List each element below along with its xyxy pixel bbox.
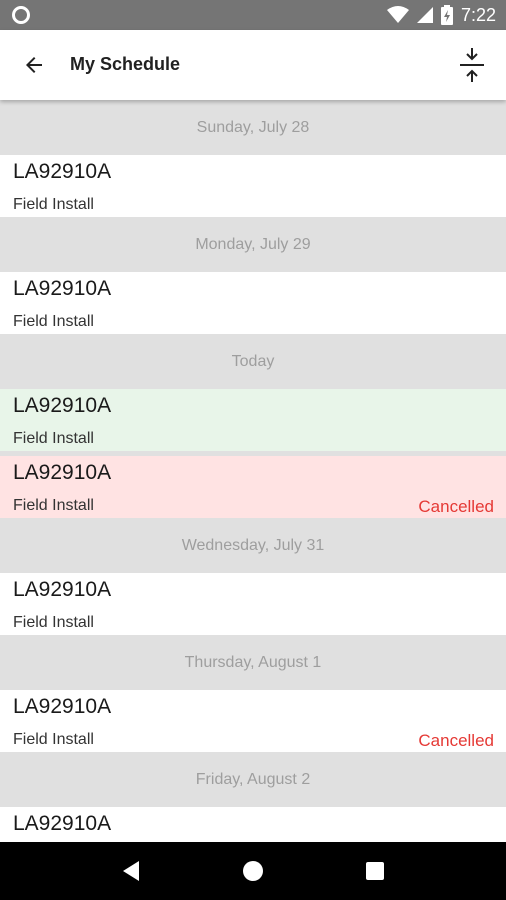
job-code: LA92910A: [13, 812, 112, 835]
navigation-bar: [0, 842, 506, 900]
schedule-item-today[interactable]: LA92910A Field Install: [0, 389, 506, 451]
collapse-vertical-icon: [460, 48, 484, 82]
circle-home-icon: [243, 861, 263, 881]
wifi-icon: [386, 6, 409, 23]
schedule-item[interactable]: LA92910A Field Install: [0, 272, 506, 334]
date-header-today: Today: [0, 334, 506, 389]
job-code: LA92910A: [13, 695, 112, 718]
job-code: LA92910A: [13, 461, 112, 484]
schedule-item[interactable]: LA92910A: [0, 807, 506, 842]
arrow-left-icon: [26, 57, 42, 73]
job-code: LA92910A: [13, 160, 112, 183]
schedule-item[interactable]: LA92910A Field Install: [0, 573, 506, 635]
job-code: LA92910A: [13, 394, 112, 417]
app-bar: My Schedule: [0, 30, 506, 100]
schedule-item[interactable]: LA92910A Field Install: [0, 155, 506, 217]
status-bar: 7:22: [0, 0, 506, 30]
job-type: Field Install: [13, 497, 94, 514]
square-recents-icon: [366, 862, 384, 880]
cancelled-status: Cancelled: [418, 731, 494, 750]
date-header: Sunday, July 28: [0, 100, 506, 155]
job-type: Field Install: [13, 614, 94, 631]
schedule-list[interactable]: Sunday, July 28 LA92910A Field Install M…: [0, 100, 506, 842]
back-button[interactable]: [16, 47, 52, 83]
date-header: Monday, July 29: [0, 217, 506, 272]
nav-recents-button[interactable]: [355, 851, 395, 891]
job-code: LA92910A: [13, 578, 112, 601]
battery-icon: [440, 5, 453, 25]
job-type: Field Install: [13, 731, 94, 748]
date-header: Thursday, August 1: [0, 635, 506, 690]
triangle-back-icon: [123, 861, 139, 881]
nav-home-button[interactable]: [233, 851, 273, 891]
schedule-item[interactable]: LA92910A Field Install Cancelled: [0, 690, 506, 752]
cancelled-status: Cancelled: [418, 497, 494, 516]
collapse-all-button[interactable]: [452, 44, 492, 86]
nav-back-button[interactable]: [111, 851, 151, 891]
schedule-item-cancelled[interactable]: LA92910A Field Install Cancelled: [0, 456, 506, 518]
page-title: My Schedule: [70, 54, 181, 74]
job-type: Field Install: [13, 430, 94, 447]
status-time: 7:22: [460, 4, 496, 25]
job-code: LA92910A: [13, 277, 112, 300]
job-type: Field Install: [13, 313, 94, 330]
date-header: Friday, August 2: [0, 752, 506, 807]
date-header: Wednesday, July 31: [0, 518, 506, 573]
status-icons: 7:22: [386, 0, 496, 30]
signal-icon: [416, 7, 433, 23]
job-type: Field Install: [13, 196, 94, 213]
notification-dot-icon: [12, 6, 30, 24]
